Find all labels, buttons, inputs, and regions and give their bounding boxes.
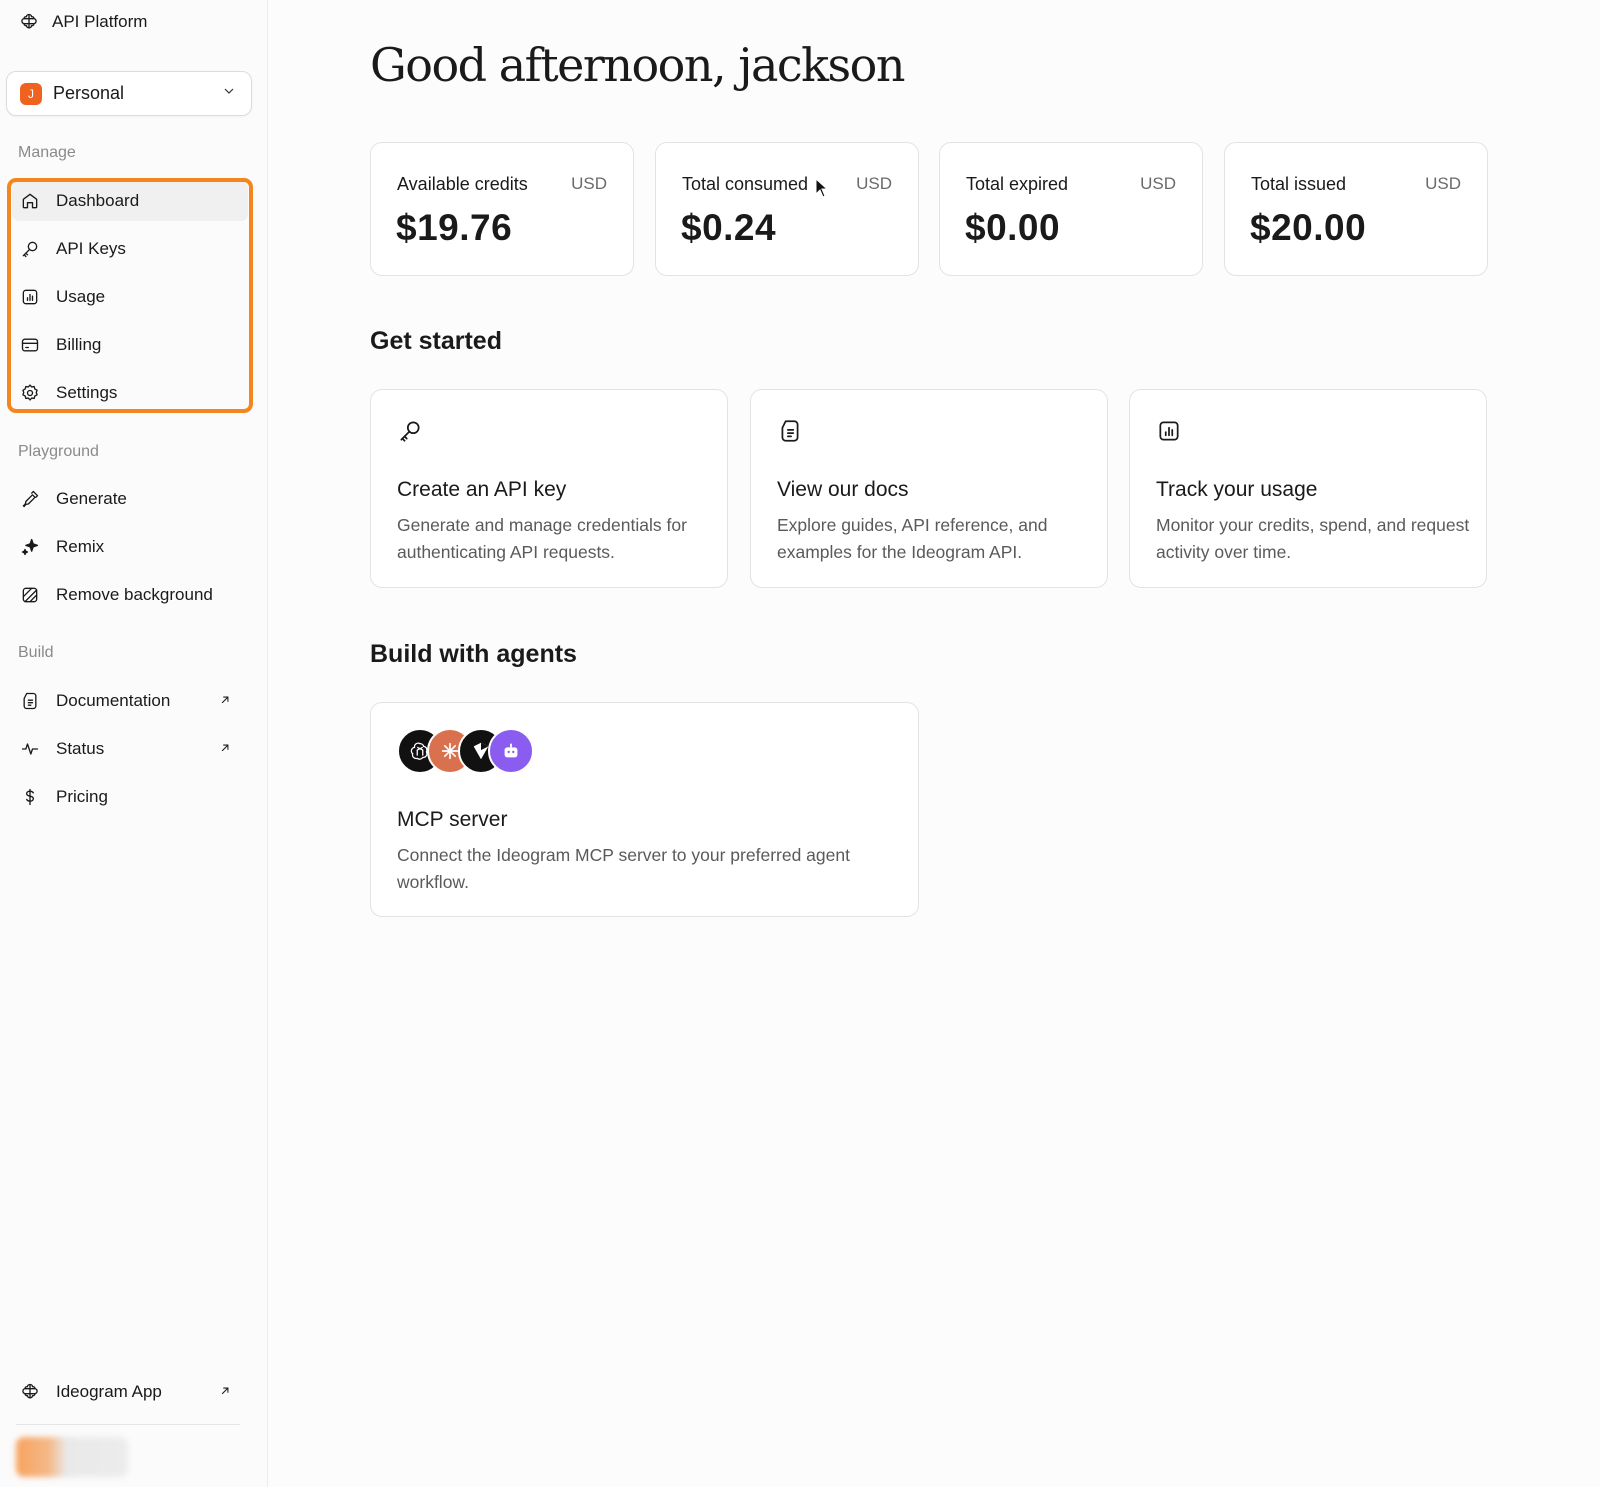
chevron-down-icon: [221, 83, 237, 104]
sidebar-item-ideogram-app[interactable]: Ideogram App: [12, 1372, 248, 1412]
workspace-switcher[interactable]: J Personal: [6, 71, 252, 116]
sidebar-item-dashboard[interactable]: Dashboard: [12, 181, 248, 221]
workspace-name: Personal: [53, 83, 125, 103]
bot-logo-icon: [488, 728, 534, 774]
card-description: Explore guides, API reference, and examp…: [777, 515, 1048, 562]
workspace-avatar: J: [20, 82, 42, 105]
sidebar-item-label: Billing: [56, 335, 102, 354]
sidebar-item-usage[interactable]: Usage: [12, 277, 248, 317]
sidebar-item-label: Settings: [56, 383, 118, 402]
sidebar: API Platform J Personal Manage Dashboard…: [0, 0, 268, 1487]
sidebar-item-api-keys[interactable]: API Keys: [12, 229, 248, 269]
gear-icon: [19, 382, 41, 404]
chart-icon: [1156, 418, 1182, 449]
sidebar-item-documentation[interactable]: Documentation: [12, 681, 248, 721]
stat-value: $0.24: [681, 207, 777, 248]
sidebar-item-remove-background[interactable]: Remove background: [12, 575, 248, 615]
chart-icon: [19, 286, 41, 308]
card-description: Generate and manage credentials for auth…: [397, 515, 687, 562]
sidebar-item-label: Remove background: [56, 585, 213, 604]
stat-value: $20.00: [1250, 207, 1367, 248]
sidebar-item-billing[interactable]: Billing: [12, 325, 248, 365]
get-started-title: Get started: [370, 327, 502, 355]
sidebar-item-remix[interactable]: Remix: [12, 527, 248, 567]
card-mcp-server[interactable]: MCP server Connect the Ideogram MCP serv…: [370, 702, 919, 917]
stat-unit: USD: [1425, 174, 1461, 193]
stat-unit: USD: [856, 174, 892, 193]
stat-card-total-consumed: Total consumed USD $0.24: [655, 142, 919, 276]
pulse-icon: [19, 738, 41, 760]
sidebar-item-settings[interactable]: Settings: [12, 373, 248, 413]
external-link-icon: [218, 740, 234, 756]
sidebar-item-status[interactable]: Status: [12, 729, 248, 769]
sidebar-item-label: Usage: [56, 287, 106, 306]
sidebar-item-label: API Keys: [56, 239, 126, 258]
slash-square-icon: [19, 584, 41, 606]
sidebar-item-label: Pricing: [56, 787, 108, 806]
stat-label: Total expired: [966, 174, 1069, 194]
stat-card-available-credits: Available credits USD $19.76: [370, 142, 634, 276]
doc-icon: [19, 690, 41, 712]
stat-card-total-expired: Total expired USD $0.00: [939, 142, 1203, 276]
card-description: Connect the Ideogram MCP server to your …: [397, 845, 850, 892]
sidebar-item-label: Generate: [56, 489, 127, 508]
card-view-docs[interactable]: View our docs Explore guides, API refere…: [750, 389, 1108, 588]
sidebar-item-label: Ideogram App: [56, 1382, 162, 1401]
sidebar-item-label: Remix: [56, 537, 105, 556]
doc-icon: [777, 418, 803, 449]
stat-label: Total consumed: [682, 174, 809, 194]
stat-label: Total issued: [1251, 174, 1347, 194]
home-icon: [19, 190, 41, 212]
sidebar-divider: [16, 1424, 240, 1425]
stat-unit: USD: [571, 174, 607, 193]
card-icon: [19, 334, 41, 356]
agent-logos: [397, 728, 537, 774]
brand[interactable]: API Platform: [18, 10, 147, 34]
user-profile-blurred[interactable]: [16, 1437, 128, 1477]
card-title: MCP server: [397, 808, 508, 831]
key-icon: [19, 238, 41, 260]
stat-label: Available credits: [397, 174, 528, 194]
card-track-usage[interactable]: Track your usage Monitor your credits, s…: [1129, 389, 1487, 588]
card-description: Monitor your credits, spend, and request…: [1156, 515, 1470, 562]
sparkle-icon: [19, 536, 41, 558]
sidebar-item-label: Dashboard: [56, 191, 140, 210]
ideogram-logo-icon: [18, 11, 40, 33]
mouse-cursor-icon: [815, 177, 829, 203]
section-label-manage: Manage: [18, 144, 76, 161]
stat-value: $19.76: [396, 207, 513, 248]
stat-value: $0.00: [965, 207, 1061, 248]
external-link-icon: [218, 1383, 234, 1399]
page-greeting: Good afternoon, jackson: [370, 38, 906, 92]
build-with-agents-title: Build with agents: [370, 640, 577, 668]
card-title: Create an API key: [397, 478, 567, 501]
key-icon: [397, 418, 423, 449]
ideogram-logo-icon: [19, 1381, 41, 1403]
sidebar-item-label: Status: [56, 739, 105, 758]
stat-unit: USD: [1140, 174, 1176, 193]
sidebar-item-pricing[interactable]: Pricing: [12, 777, 248, 817]
section-label-build: Build: [18, 644, 54, 661]
stat-card-total-issued: Total issued USD $20.00: [1224, 142, 1488, 276]
sidebar-item-label: Documentation: [56, 691, 171, 710]
section-label-playground: Playground: [18, 443, 99, 460]
external-link-icon: [218, 692, 234, 708]
card-title: View our docs: [777, 478, 909, 501]
dollar-icon: [19, 786, 41, 808]
card-title: Track your usage: [1156, 478, 1318, 501]
card-create-api-key[interactable]: Create an API key Generate and manage cr…: [370, 389, 728, 588]
sidebar-item-generate[interactable]: Generate: [12, 479, 248, 519]
pen-icon: [19, 488, 41, 510]
brand-name: API Platform: [52, 12, 148, 31]
